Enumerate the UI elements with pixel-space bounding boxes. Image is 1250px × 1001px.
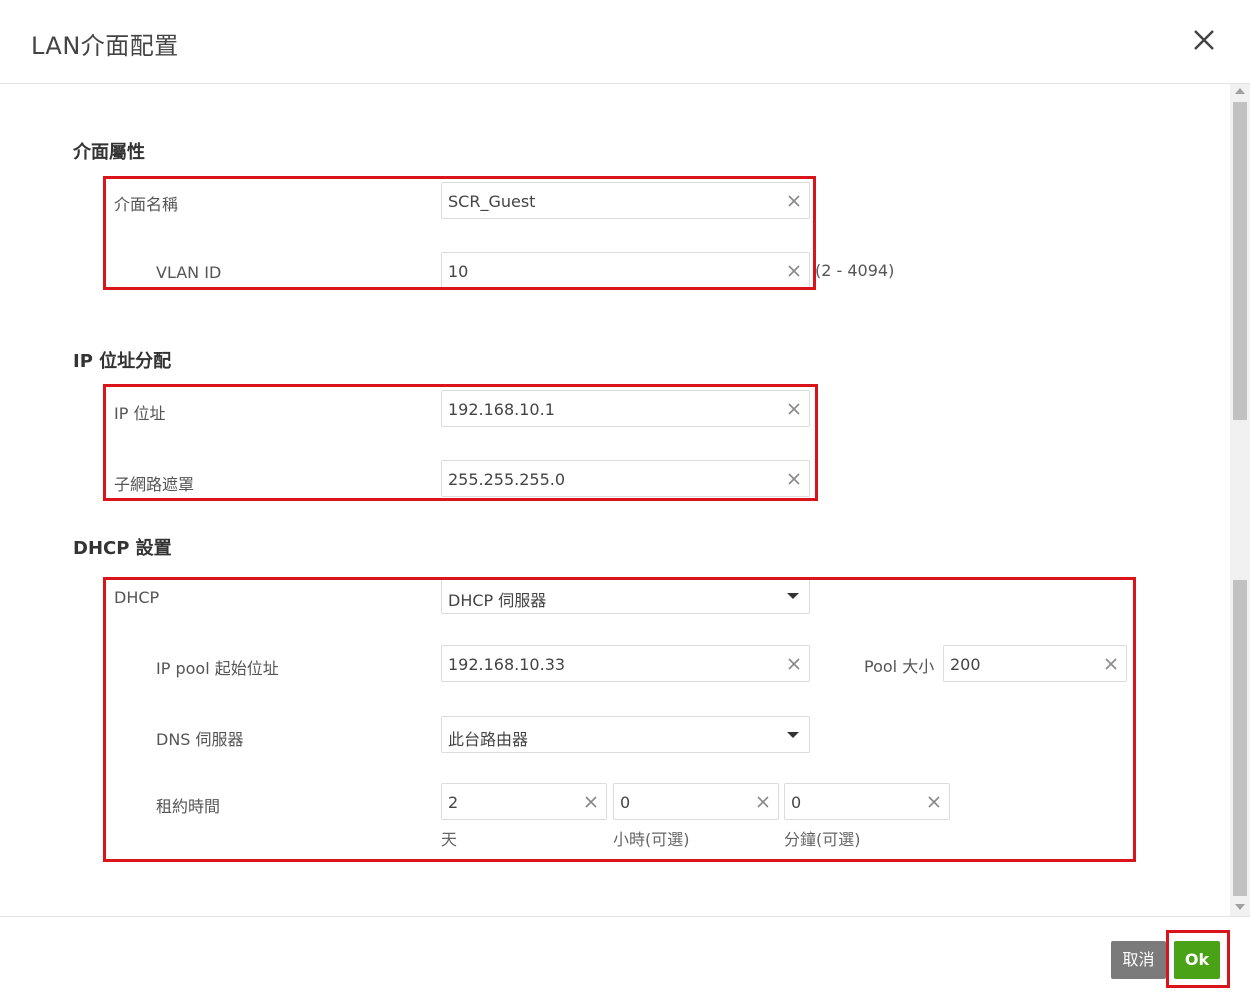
chevron-down-icon	[787, 593, 799, 599]
clear-icon[interactable]	[1104, 657, 1118, 671]
pool-start-label: IP pool 起始位址	[156, 659, 279, 678]
vlan-id-value: 10	[448, 262, 469, 281]
chevron-down-icon	[787, 732, 799, 738]
interface-name-label: 介面名稱	[114, 195, 179, 214]
section-title-ip: IP 位址分配	[73, 351, 172, 372]
subnet-mask-value: 255.255.255.0	[448, 470, 566, 489]
lease-days-unit: 天	[441, 830, 458, 849]
lease-hours-value: 0	[620, 793, 631, 812]
vlan-id-label: VLAN ID	[156, 263, 222, 282]
clear-icon[interactable]	[787, 194, 801, 208]
ip-address-value: 192.168.10.1	[448, 400, 555, 419]
interface-name-input[interactable]: SCR_Guest	[441, 182, 810, 219]
clear-icon[interactable]	[787, 472, 801, 486]
ip-address-label: IP 位址	[114, 404, 166, 423]
clear-icon[interactable]	[787, 657, 801, 671]
dns-server-label: DNS 伺服器	[156, 730, 244, 749]
dialog-header: LAN介面配置	[0, 0, 1250, 84]
clear-icon[interactable]	[787, 402, 801, 416]
subnet-mask-label: 子網路遮罩	[114, 475, 195, 494]
dhcp-mode-select[interactable]: DHCP 伺服器	[441, 577, 810, 614]
scroll-up-arrow-icon[interactable]	[1235, 88, 1245, 94]
pool-size-value: 200	[950, 655, 981, 674]
pool-start-input[interactable]: 192.168.10.33	[441, 645, 810, 682]
scrollbar[interactable]	[1230, 84, 1250, 916]
dns-server-select[interactable]: 此台路由器	[441, 716, 810, 753]
section-title-interface: 介面屬性	[73, 142, 145, 163]
pool-size-input[interactable]: 200	[943, 645, 1127, 682]
lease-minutes-input[interactable]: 0	[784, 783, 950, 820]
cancel-button[interactable]: 取消	[1111, 941, 1166, 979]
interface-name-value: SCR_Guest	[448, 192, 536, 211]
lease-hours-input[interactable]: 0	[613, 783, 779, 820]
ok-button[interactable]: Ok	[1174, 941, 1220, 979]
dns-server-value: 此台路由器	[448, 730, 529, 749]
scroll-down-arrow-icon[interactable]	[1235, 904, 1245, 910]
clear-icon[interactable]	[927, 795, 941, 809]
scrollbar-thumb[interactable]	[1233, 102, 1247, 420]
lease-days-input[interactable]: 2	[441, 783, 607, 820]
vlan-range-hint: (2 - 4094)	[815, 261, 895, 280]
clear-icon[interactable]	[584, 795, 598, 809]
dialog-title: LAN介面配置	[31, 32, 179, 60]
lease-time-label: 租約時間	[156, 797, 221, 816]
dhcp-mode-value: DHCP 伺服器	[448, 591, 547, 610]
clear-icon[interactable]	[756, 795, 770, 809]
ip-address-input[interactable]: 192.168.10.1	[441, 390, 810, 427]
lease-hours-unit: 小時(可選)	[613, 830, 690, 849]
section-title-dhcp: DHCP 設置	[73, 538, 172, 559]
scrollbar-thumb-lower[interactable]	[1233, 580, 1247, 896]
lease-minutes-unit: 分鐘(可選)	[784, 830, 861, 849]
subnet-mask-input[interactable]: 255.255.255.0	[441, 460, 810, 497]
close-button[interactable]	[1190, 26, 1218, 54]
dialog-footer	[0, 916, 1250, 1001]
lan-interface-dialog: LAN介面配置 介面屬性 介面名稱 SCR_Guest VLAN ID 10 (…	[0, 0, 1250, 1001]
lease-minutes-value: 0	[791, 793, 802, 812]
clear-icon[interactable]	[787, 264, 801, 278]
pool-start-value: 192.168.10.33	[448, 655, 566, 674]
lease-days-value: 2	[448, 793, 459, 812]
vlan-id-input[interactable]: 10	[441, 252, 810, 289]
dhcp-label: DHCP	[114, 588, 160, 607]
pool-size-label: Pool 大小	[864, 657, 935, 676]
close-icon	[1194, 30, 1214, 50]
